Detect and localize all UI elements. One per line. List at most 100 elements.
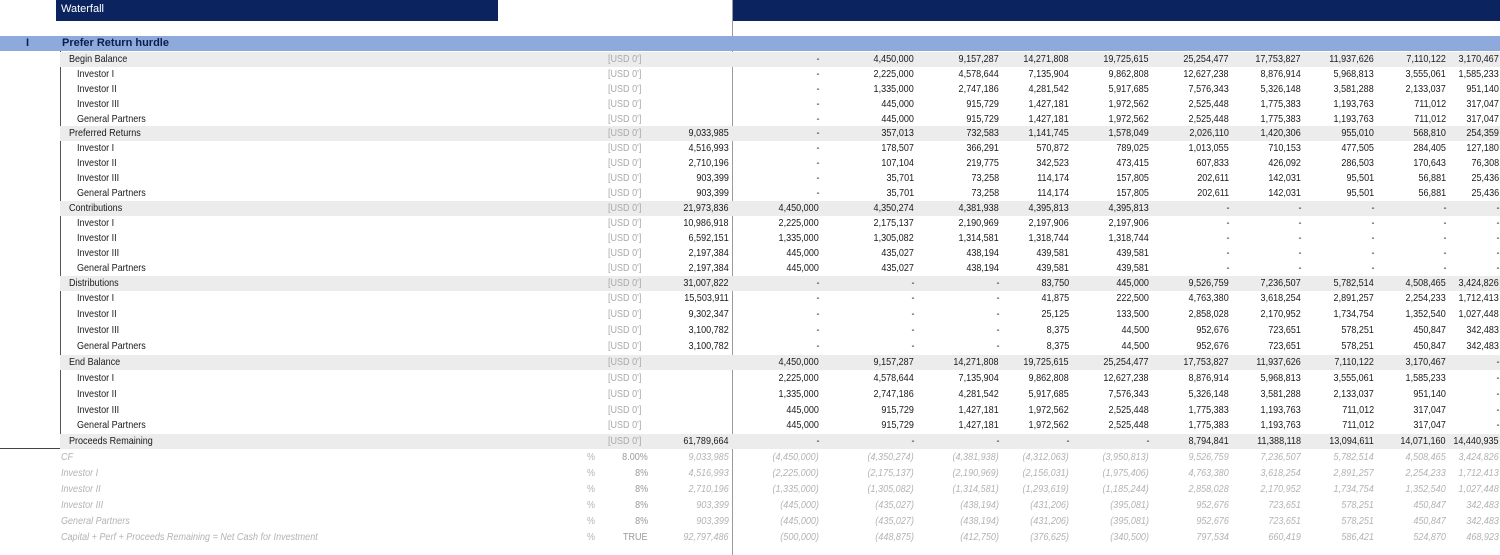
check-value-cell[interactable]: (340,500)	[1110, 531, 1149, 544]
value-cell[interactable]: 3,581,288	[1334, 83, 1374, 96]
value-cell[interactable]: -	[911, 308, 914, 321]
value-cell[interactable]: 445,000	[786, 247, 819, 260]
value-cell[interactable]: 2,225,000	[779, 217, 819, 230]
value-cell[interactable]: -	[1226, 217, 1229, 230]
table-row[interactable]: General Partners [USD 0'] - 445,000 915,729 1…	[0, 112, 1500, 127]
value-cell[interactable]: 568,810	[1413, 127, 1446, 140]
rate-cell[interactable]: 8%	[635, 499, 648, 512]
value-cell[interactable]: 1,027,448	[1459, 308, 1499, 321]
check-row[interactable]: Investor I% 8% 4,516,993 (2,225,000) (2,175,…	[0, 466, 1500, 481]
total-cell[interactable]: 15,503,911	[684, 292, 729, 305]
value-cell[interactable]: 3,170,467	[1459, 53, 1499, 66]
total-cell[interactable]: 2,197,384	[689, 247, 729, 260]
value-cell[interactable]: 445,000	[786, 262, 819, 275]
value-cell[interactable]: 2,858,028	[1189, 308, 1229, 321]
value-cell[interactable]: 170,643	[1413, 157, 1446, 170]
table-row[interactable]: General Partners [USD 0'] 2,197,384 445,000…	[0, 261, 1500, 276]
value-cell[interactable]: 3,581,288	[1261, 388, 1301, 401]
value-cell[interactable]: 2,197,906	[1109, 217, 1149, 230]
value-cell[interactable]: 915,729	[881, 404, 914, 417]
value-cell[interactable]: 2,133,037	[1406, 83, 1446, 96]
value-cell[interactable]: 1,775,383	[1189, 419, 1229, 432]
total-cell[interactable]: 9,033,985	[689, 127, 729, 140]
value-cell[interactable]: 9,157,287	[874, 356, 914, 369]
value-cell[interactable]: -	[1443, 217, 1446, 230]
table-row-header[interactable]: Contributions [USD 0'] 21,973,836 4,450,000…	[0, 201, 1500, 216]
value-cell[interactable]: 12,627,238	[1184, 68, 1229, 81]
value-cell[interactable]: -	[1496, 419, 1499, 432]
value-cell[interactable]: 2,525,448	[1189, 98, 1229, 111]
check-value-cell[interactable]: (435,027)	[875, 499, 914, 512]
rate-cell[interactable]: 8%	[635, 467, 648, 480]
value-cell[interactable]: 439,581	[1036, 262, 1069, 275]
value-cell[interactable]: 955,010	[1341, 127, 1374, 140]
value-cell[interactable]: 1,335,000	[874, 83, 914, 96]
check-value-cell[interactable]: (4,350,274)	[868, 451, 914, 464]
value-cell[interactable]: 25,254,477	[1104, 356, 1149, 369]
value-cell[interactable]: 1,314,581	[959, 232, 999, 245]
check-value-cell[interactable]: 797,534	[1196, 531, 1229, 544]
value-cell[interactable]: 25,436	[1471, 187, 1499, 200]
table-row[interactable]: Investor III [USD 0'] 445,000 915,729 1,427,…	[0, 403, 1500, 418]
value-cell[interactable]: -	[1443, 232, 1446, 245]
value-cell[interactable]: -	[996, 292, 999, 305]
value-cell[interactable]: 8,794,841	[1189, 435, 1229, 448]
value-cell[interactable]: -	[911, 277, 914, 290]
table-row[interactable]: Investor I [USD 0'] 15,503,911 - - - 41,875 222…	[0, 291, 1500, 306]
value-cell[interactable]: 952,676	[1196, 340, 1229, 353]
value-cell[interactable]: 5,917,685	[1029, 388, 1069, 401]
value-cell[interactable]: 4,578,644	[959, 68, 999, 81]
value-cell[interactable]: 445,000	[881, 98, 914, 111]
value-cell[interactable]: -	[816, 68, 819, 81]
value-cell[interactable]: 4,450,000	[779, 202, 819, 215]
value-cell[interactable]: 9,526,759	[1189, 277, 1229, 290]
rate-cell[interactable]: 8.00%	[622, 451, 648, 464]
table-row[interactable]: General Partners [USD 0'] 445,000 915,729 1,…	[0, 418, 1500, 433]
check-value-cell[interactable]: (445,000)	[780, 515, 819, 528]
total-cell[interactable]: 3,100,782	[689, 324, 729, 337]
value-cell[interactable]: 2,525,448	[1109, 419, 1149, 432]
value-cell[interactable]: 4,450,000	[874, 53, 914, 66]
check-value-cell[interactable]: 1,712,413	[1459, 467, 1499, 480]
value-cell[interactable]: 1,318,744	[1109, 232, 1149, 245]
value-cell[interactable]: 5,782,514	[1334, 277, 1374, 290]
value-cell[interactable]: 1,335,000	[779, 388, 819, 401]
value-cell[interactable]: 8,876,914	[1261, 68, 1301, 81]
total-cell[interactable]: 903,399	[696, 172, 729, 185]
value-cell[interactable]: 711,012	[1414, 98, 1446, 111]
value-cell[interactable]: -	[816, 340, 819, 353]
check-value-cell[interactable]: 3,424,826	[1459, 451, 1499, 464]
value-cell[interactable]: -	[816, 127, 819, 140]
value-cell[interactable]: 578,251	[1341, 324, 1374, 337]
value-cell[interactable]: -	[816, 308, 819, 321]
check-value-cell[interactable]: 4,763,380	[1189, 467, 1229, 480]
value-cell[interactable]: -	[1298, 217, 1301, 230]
value-cell[interactable]: 1,318,744	[1029, 232, 1069, 245]
check-value-cell[interactable]: (4,381,938)	[953, 451, 999, 464]
check-value-cell[interactable]: (448,875)	[875, 531, 914, 544]
check-value-cell[interactable]: (395,081)	[1110, 499, 1149, 512]
value-cell[interactable]: 445,000	[1116, 277, 1149, 290]
value-cell[interactable]: 83,750	[1041, 277, 1069, 290]
total-cell[interactable]: 31,007,822	[684, 277, 729, 290]
value-cell[interactable]: 5,968,813	[1261, 372, 1301, 385]
value-cell[interactable]: 19,725,615	[1024, 356, 1069, 369]
value-cell[interactable]: 142,031	[1268, 187, 1301, 200]
value-cell[interactable]: -	[1226, 247, 1229, 260]
check-total-cell[interactable]: 903,399	[696, 499, 729, 512]
value-cell[interactable]: 1,972,562	[1109, 113, 1149, 126]
value-cell[interactable]: 317,047	[1413, 419, 1446, 432]
value-cell[interactable]: -	[996, 308, 999, 321]
value-cell[interactable]: 9,862,808	[1109, 68, 1149, 81]
value-cell[interactable]: 3,555,061	[1334, 372, 1374, 385]
value-cell[interactable]: -	[816, 157, 819, 170]
check-value-cell[interactable]: 2,858,028	[1189, 483, 1229, 496]
total-cell[interactable]: 2,197,384	[689, 262, 729, 275]
check-value-cell[interactable]: 342,483	[1466, 499, 1499, 512]
check-value-cell[interactable]: 723,651	[1268, 499, 1301, 512]
value-cell[interactable]: -	[816, 187, 819, 200]
value-cell[interactable]: 8,375	[1046, 340, 1069, 353]
value-cell[interactable]: 17,753,827	[1256, 53, 1301, 66]
total-cell[interactable]: 9,302,347	[689, 308, 729, 321]
value-cell[interactable]: -	[911, 435, 914, 448]
